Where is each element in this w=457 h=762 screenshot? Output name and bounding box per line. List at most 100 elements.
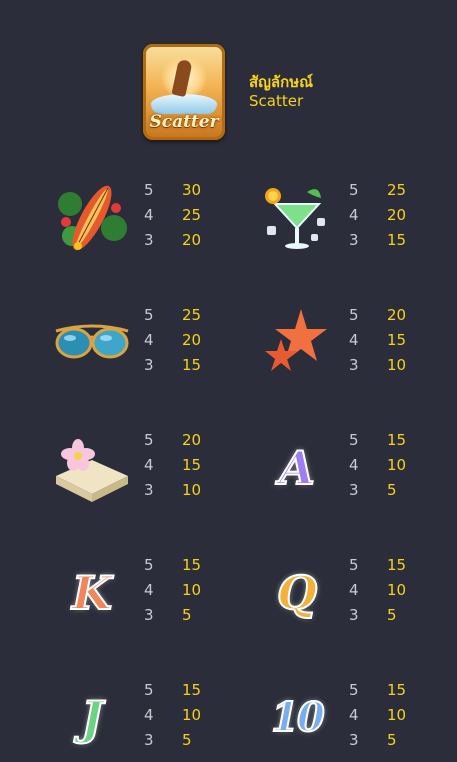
payout-row: 4 15 (349, 328, 406, 353)
payout-list: 5 20 4 15 3 10 (349, 303, 406, 378)
towel-flower-icon (56, 439, 128, 502)
symbol-count: 5 (349, 306, 359, 324)
payout-value: 15 (182, 681, 202, 699)
symbol-count: 3 (144, 356, 154, 374)
cocktail-icon (265, 188, 325, 249)
payout-row: 3 15 (144, 353, 201, 378)
symbol-count: 5 (144, 306, 154, 324)
letter-a-icon: A (257, 428, 337, 508)
payout-row: 5 15 (349, 553, 406, 578)
payout-row: 5 25 (349, 178, 406, 203)
payout-value: 10 (182, 481, 202, 499)
payout-row: 4 10 (144, 578, 201, 603)
payout-row: 35 (144, 603, 201, 628)
paytable-entry-towel: 5 20 4 15 3 10 (52, 428, 252, 508)
payout-row: 5 20 (144, 428, 201, 453)
payout-row: 3 20 (144, 228, 201, 253)
payout-row: 5 15 (349, 678, 406, 703)
payout-value: 5 (387, 731, 397, 749)
payout-row: 4 20 (144, 328, 201, 353)
paytable-entry-starfish: 5 20 4 15 3 10 (257, 303, 457, 383)
symbol-count: 5 (144, 431, 154, 449)
paytable-entry-j: J 5 15 4 10 35 (52, 678, 252, 758)
symbol-count: 3 (349, 231, 359, 249)
scatter-title: สัญลักษณ์ (249, 73, 314, 91)
payout-list: 5 20 4 15 3 10 (144, 428, 201, 503)
symbol-count: 3 (349, 481, 359, 499)
payout-row: 3 10 (144, 478, 201, 503)
payout-row: 35 (349, 728, 406, 753)
payout-value: 25 (387, 181, 407, 199)
payout-value: 20 (182, 431, 202, 449)
payout-value: 15 (387, 681, 407, 699)
payout-row: 5 15 (144, 553, 201, 578)
payout-value: 20 (387, 206, 407, 224)
payout-row: 3 10 (349, 353, 406, 378)
payout-row: 35 (349, 478, 406, 503)
payout-value: 20 (182, 331, 202, 349)
symbol-letter: A (278, 440, 316, 496)
letter-j-icon: J (52, 678, 132, 758)
symbol-letter: K (71, 565, 113, 621)
payout-value: 20 (182, 231, 202, 249)
payout-row: 5 25 (144, 303, 201, 328)
symbol-count: 3 (144, 231, 154, 249)
payout-value: 15 (387, 431, 407, 449)
paytable-entry-10: 10 5 15 4 10 35 (257, 678, 457, 758)
payout-row: 5 15 (144, 678, 201, 703)
symbol-count: 4 (144, 581, 154, 599)
payout-row: 3 15 (349, 228, 406, 253)
payout-list: 5 15 4 10 35 (349, 553, 406, 628)
scatter-subtitle: Scatter (249, 92, 304, 110)
scatter-block: Scatter สัญลักษณ์ Scatter (143, 44, 443, 144)
payout-row: 35 (144, 728, 201, 753)
paytable-entry-q: Q 5 15 4 10 35 (257, 553, 457, 633)
payout-value: 15 (182, 556, 202, 574)
paytable-entry-k: K 5 15 4 10 35 (52, 553, 252, 633)
symbol-count: 3 (349, 731, 359, 749)
scatter-symbol-icon: Scatter (143, 44, 225, 140)
payout-value: 5 (387, 606, 397, 624)
payout-value: 25 (182, 306, 202, 324)
payout-row: 5 30 (144, 178, 201, 203)
symbol-count: 3 (144, 481, 154, 499)
symbol-count: 4 (349, 706, 359, 724)
payout-value: 5 (182, 606, 192, 624)
letter-k-icon: K (52, 553, 132, 633)
payout-value: 5 (182, 731, 192, 749)
payout-row: 4 10 (349, 453, 406, 478)
payout-value: 10 (387, 581, 407, 599)
symbol-count: 5 (349, 181, 359, 199)
payout-value: 10 (387, 456, 407, 474)
symbol-letter: J (80, 690, 104, 746)
letter-q-icon: Q (257, 553, 337, 633)
symbol-count: 3 (349, 356, 359, 374)
payout-value: 15 (182, 356, 202, 374)
symbol-count: 4 (144, 206, 154, 224)
symbol-count: 4 (349, 206, 359, 224)
payout-row: 35 (349, 603, 406, 628)
payout-value: 5 (387, 481, 397, 499)
symbol-count: 4 (349, 331, 359, 349)
sunglasses-icon (55, 324, 129, 359)
payout-value: 10 (387, 706, 407, 724)
symbol-letter: 10 (270, 693, 326, 742)
payout-row: 4 15 (144, 453, 201, 478)
payout-list: 5 25 4 20 3 15 (349, 178, 406, 253)
symbol-count: 4 (144, 456, 154, 474)
paytable-entry-sunglasses: 5 25 4 20 3 15 (52, 303, 252, 383)
symbol-count: 4 (349, 456, 359, 474)
payout-row: 4 10 (349, 578, 406, 603)
symbol-count: 4 (144, 706, 154, 724)
payout-list: 5 25 4 20 3 15 (144, 303, 201, 378)
payout-value: 15 (387, 556, 407, 574)
payout-list: 5 15 4 10 35 (144, 678, 201, 753)
symbol-count: 4 (349, 581, 359, 599)
symbol-count: 4 (144, 331, 154, 349)
payout-list: 5 30 4 25 3 20 (144, 178, 201, 253)
payout-list: 5 15 4 10 35 (349, 678, 406, 753)
payout-value: 10 (182, 581, 202, 599)
payout-value: 15 (387, 231, 407, 249)
symbol-count: 5 (349, 681, 359, 699)
payout-value: 15 (387, 331, 407, 349)
